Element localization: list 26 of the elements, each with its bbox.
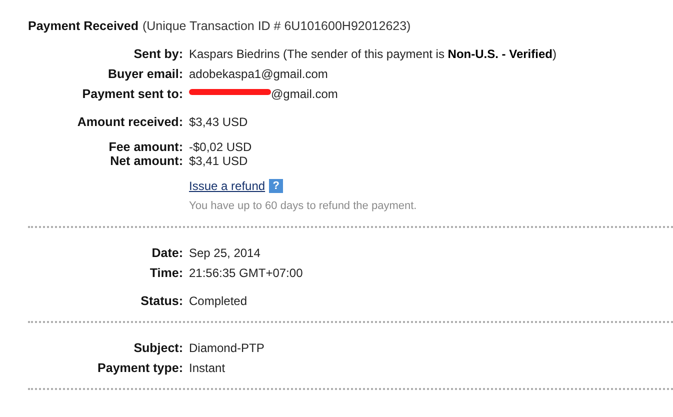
- field-label: Payment sent to:: [82, 87, 183, 101]
- field-value: Instant: [189, 361, 226, 375]
- field-value: -$0,02 USD: [189, 140, 252, 154]
- field-label: Fee amount:: [108, 140, 183, 154]
- field-label: Time:: [150, 266, 183, 280]
- refund-note: You have up to 60 days to refund the payment.: [189, 200, 417, 212]
- field-label: Amount received:: [77, 115, 183, 129]
- field-label: Net amount:: [110, 154, 183, 168]
- field-value: $3,41 USD: [189, 154, 248, 168]
- field-value: 21:56:35 GMT+07:00: [189, 266, 303, 280]
- field-label: Sent by:: [134, 47, 183, 61]
- field-label: Date:: [152, 246, 183, 260]
- payment-title: Payment Received: [28, 19, 138, 33]
- field-label: Payment type:: [98, 361, 183, 375]
- field-value: adobekaspa1@gmail.com: [189, 67, 328, 81]
- field-value: Kaspars Biedrins (The sender of this payment is Non-U.S. - Verified): [189, 47, 556, 61]
- field-value: Completed: [189, 294, 248, 308]
- field-value: $3,43 USD: [189, 115, 248, 129]
- refund-link[interactable]: Issue a refund: [189, 179, 266, 193]
- field-value: @gmail.com: [271, 87, 338, 101]
- field-value: Sep 25, 2014: [189, 246, 260, 260]
- field-value: Diamond-PTP: [189, 341, 264, 355]
- field-label: Status:: [140, 294, 183, 308]
- field-label: Subject:: [134, 341, 183, 355]
- field-label: Buyer email:: [108, 67, 183, 81]
- transaction-id: (Unique Transaction ID # 6U101600H92012623): [142, 19, 411, 33]
